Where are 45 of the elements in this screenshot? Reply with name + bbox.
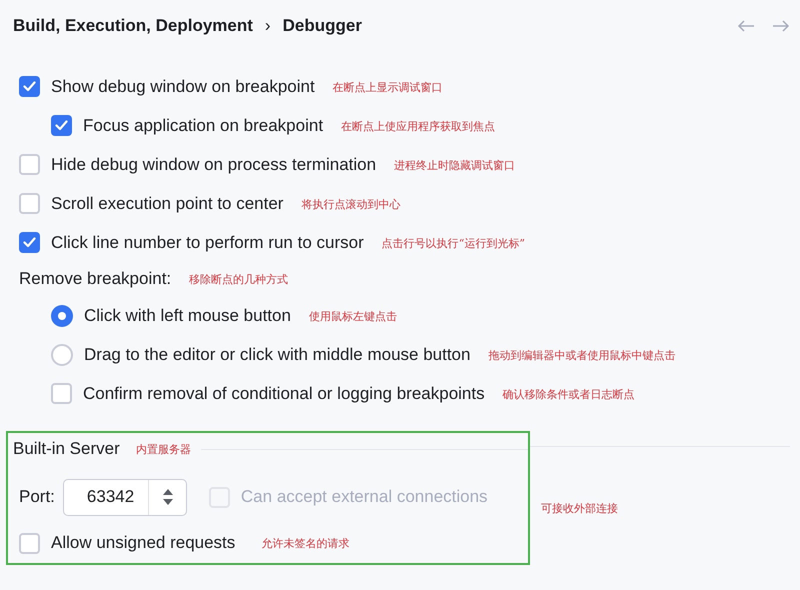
- option-label: Confirm removal of conditional or logging breakpoints: [83, 382, 485, 405]
- annotation-note: 确认移除条件或者日志断点: [502, 388, 635, 400]
- annotation-note: 在断点上使应用程序获取到焦点: [341, 120, 496, 132]
- port-value: 63342: [86, 486, 136, 508]
- annotation-note: 移除断点的几种方式: [189, 273, 288, 286]
- section-title: Built-in Server: [13, 438, 120, 460]
- option-label: Scroll execution point to center: [51, 192, 284, 215]
- annotation-note: 可接收外部连接: [541, 502, 618, 515]
- checkbox[interactable]: [19, 532, 40, 554]
- checkbox[interactable]: [19, 154, 40, 175]
- option-label: Click with left mouse button: [84, 304, 291, 327]
- check-icon: [23, 81, 36, 92]
- checkbox[interactable]: [19, 232, 40, 253]
- annotation-note: 使用鼠标左键点击: [308, 310, 397, 322]
- port-spinner-field[interactable]: 63342: [62, 478, 187, 516]
- radio-button[interactable]: [51, 344, 73, 366]
- radio-button[interactable]: [51, 304, 73, 326]
- option-label: Click line number to perform run to cursor: [51, 232, 364, 254]
- annotation-note: 将执行点滚动到中心: [301, 198, 400, 210]
- annotation-note: 允许未签名的请求: [261, 537, 350, 550]
- checkbox[interactable]: [19, 76, 40, 97]
- annotation-note: 拖动到编辑器中或者使用鼠标中键点击: [488, 348, 676, 362]
- annotation-note: 内置服务器: [136, 443, 191, 456]
- check-icon: [55, 120, 68, 131]
- breadcrumb-parent[interactable]: Build, Execution, Deployment: [13, 13, 253, 39]
- spinner-arrows-icon[interactable]: [162, 488, 174, 506]
- forward-arrow-icon[interactable]: [772, 20, 790, 32]
- option-label: Hide debug window on process termination: [51, 154, 376, 176]
- port-label: Port:: [19, 486, 55, 508]
- back-arrow-icon[interactable]: [737, 20, 755, 32]
- section-label: Remove breakpoint:: [19, 268, 172, 290]
- option-label: Focus application on breakpoint: [83, 114, 324, 137]
- option-label: Allow unsigned requests: [51, 532, 236, 554]
- check-icon: [23, 237, 36, 248]
- annotation-note: 进程终止时隐藏调试窗口: [394, 158, 516, 172]
- breadcrumb-current: Debugger: [282, 15, 362, 38]
- annotation-note: 在断点上显示调试窗口: [332, 80, 443, 94]
- checkbox[interactable]: [51, 383, 72, 404]
- annotation-note: 点击行号以执行“运行到光标”: [382, 236, 525, 250]
- checkbox[interactable]: [51, 115, 72, 136]
- checkbox[interactable]: [19, 193, 40, 214]
- option-label: Show debug window on breakpoint: [51, 76, 315, 98]
- breadcrumb-separator: ›: [264, 15, 271, 38]
- option-label: Drag to the editor or click with middle mouse button: [84, 344, 470, 366]
- option-label: Can accept external connections: [240, 486, 488, 508]
